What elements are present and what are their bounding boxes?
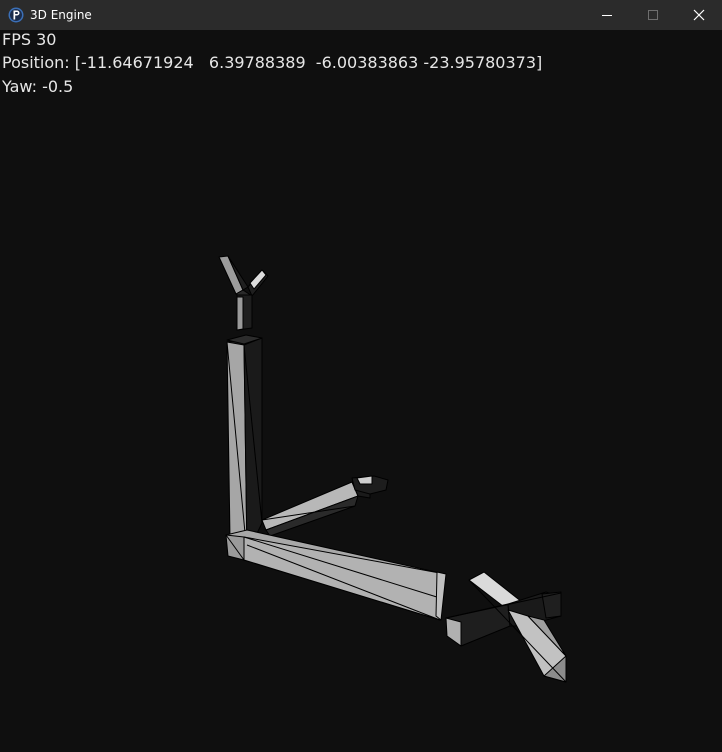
title-bar[interactable]: 3D Engine xyxy=(0,0,722,30)
yaw-readout: Yaw: -0.5 xyxy=(2,77,74,96)
render-viewport[interactable]: FPS 30 Position: [-11.64671924 6.3978838… xyxy=(0,30,722,752)
minimize-icon xyxy=(602,15,612,16)
3d-scene xyxy=(218,255,567,683)
window-title: 3D Engine xyxy=(30,8,92,22)
close-icon xyxy=(693,9,705,21)
p-logo-icon xyxy=(8,7,24,23)
position-readout: Position: [-11.64671924 6.39788389 -6.00… xyxy=(2,53,543,72)
app-window: 3D Engine FPS 30 Position: [-11.64671924… xyxy=(0,0,722,752)
fps-readout: FPS 30 xyxy=(2,30,57,49)
base-beam-model xyxy=(225,529,447,621)
diagonal-arm-model xyxy=(261,475,389,537)
cross-model xyxy=(445,571,567,683)
maximize-button[interactable] xyxy=(630,0,676,30)
y-shape-model xyxy=(218,255,269,331)
vertical-pillar-model xyxy=(226,334,263,555)
close-button[interactable] xyxy=(676,0,722,30)
maximize-icon xyxy=(648,10,658,20)
minimize-button[interactable] xyxy=(584,0,630,30)
